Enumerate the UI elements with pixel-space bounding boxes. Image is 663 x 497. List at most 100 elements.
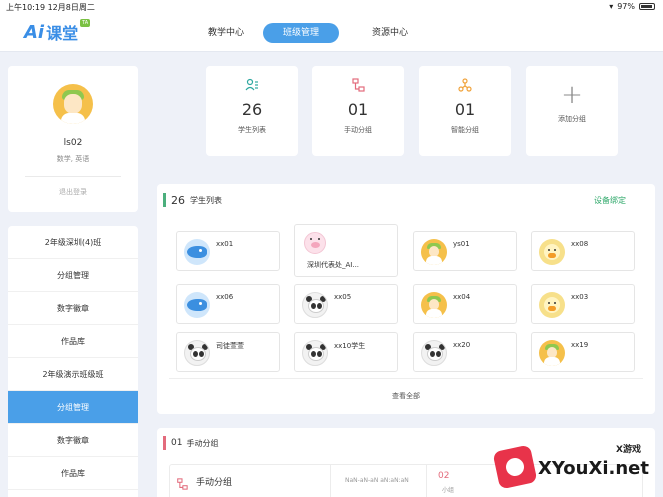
panda-avatar-icon (302, 340, 328, 366)
panel-header: 26 学生列表 (163, 193, 222, 207)
student-card[interactable]: xx03 (531, 284, 635, 324)
student-card[interactable]: xx06 (176, 284, 280, 324)
fish-avatar-icon (184, 239, 210, 265)
student-card[interactable]: xx08 (531, 231, 635, 271)
logo-ai: Ai (24, 21, 45, 43)
group-number: 02 (438, 471, 450, 481)
username: ls02 (63, 138, 83, 148)
battery-icon (639, 3, 655, 10)
stat-card-smart-group[interactable]: 01 智能分组 (419, 66, 511, 156)
tab-teaching-center[interactable]: 教学中心 (188, 23, 264, 43)
fish-avatar-icon (184, 292, 210, 318)
group-timestamp: NaN-aN-aN aN:aN:aN (345, 477, 409, 484)
wifi-icon: ▾ (609, 2, 614, 11)
stat-value: 26 (241, 100, 263, 119)
tab-resource-center[interactable]: 资源中心 (352, 23, 428, 43)
student-name: xx08 (571, 240, 589, 248)
user-subjects: 数学, 英语 (56, 155, 90, 163)
class-item-group-management-active[interactable]: 分组管理 (8, 391, 138, 424)
stat-card-student-list[interactable]: 26 学生列表 (206, 66, 298, 156)
panda-avatar-icon (184, 340, 210, 366)
student-name: xx03 (571, 293, 589, 301)
watermark-logo-icon (492, 444, 538, 490)
status-bar: 上午10:19 12月8日周二 ▾ 97% (0, 0, 663, 14)
student-card[interactable]: xx20 (413, 332, 517, 372)
stat-label: 智能分组 (451, 126, 479, 134)
girl-avatar-icon (421, 292, 447, 318)
stat-card-manual-group[interactable]: 01 手动分组 (312, 66, 404, 156)
status-time: 上午10:19 12月8日周二 (6, 3, 95, 12)
student-name: xx19 (571, 341, 589, 349)
watermark-big: XYouXi.net (538, 458, 649, 479)
stat-label: 学生列表 (238, 126, 266, 134)
group-count: 01 (171, 438, 183, 448)
student-card[interactable]: xx19 (531, 332, 635, 372)
girl-avatar-icon (421, 239, 447, 265)
logo-tag: TA (80, 19, 91, 27)
student-name: xx20 (453, 341, 471, 349)
class-item-group-management[interactable]: 分组管理 (8, 259, 138, 292)
status-right: ▾ 97% (609, 2, 655, 11)
student-card[interactable]: 深圳代表处_AI... (294, 224, 398, 277)
logout-button[interactable]: 退出登录 (8, 187, 138, 197)
panel-title: 学生列表 (190, 195, 222, 205)
watermark: X游戏 XYouXi.net (492, 440, 663, 497)
panda-avatar-icon (302, 292, 328, 318)
tab-class-management[interactable]: 班级管理 (263, 23, 339, 43)
app-header: Ai 课堂 TA 教学中心 班级管理 资源中心 (0, 14, 663, 52)
student-list-icon (206, 78, 298, 92)
group-name: 手动分组 (196, 478, 233, 488)
student-card[interactable]: 司徒萱萱 (176, 332, 280, 372)
profile-card: ls02 数学, 英语 退出登录 (8, 66, 138, 212)
girl-avatar-icon (539, 340, 565, 366)
student-name: xx10学生 (334, 342, 366, 350)
stat-value: 01 (454, 100, 476, 119)
student-count: 26 (171, 193, 185, 207)
student-card[interactable]: xx01 (176, 231, 280, 271)
student-name: 司徒萱萱 (216, 342, 244, 350)
panel-title: 手动分组 (186, 438, 219, 448)
divider (426, 465, 427, 497)
pig-avatar-icon (304, 232, 326, 254)
battery-percent: 97% (617, 2, 635, 11)
panel-header: 01 手动分组 (163, 436, 218, 450)
class-item-shenzhen-4[interactable]: 2年级深圳(4)班 (8, 226, 138, 259)
student-name: xx04 (453, 293, 471, 301)
divider (25, 176, 121, 177)
smart-group-icon (419, 78, 511, 92)
user-avatar (53, 84, 93, 124)
device-bind-button[interactable]: 设备绑定 (594, 195, 626, 206)
student-name: xx01 (216, 240, 234, 248)
app-logo: Ai 课堂 TA (24, 19, 91, 44)
student-name: 深圳代表处_AI... (307, 261, 360, 269)
stat-label: 手动分组 (344, 126, 372, 134)
class-list: 2年级深圳(4)班 分组管理 数字徽章 作品库 2年级演示班级班 分组管理 数字… (8, 226, 138, 497)
manual-group-icon (312, 78, 404, 92)
group-unit: 小组 (442, 487, 455, 494)
student-list-panel: 26 学生列表 设备绑定 xx01 深圳代表处_AI... ys01 xx08 … (157, 184, 655, 414)
student-name: xx05 (334, 293, 352, 301)
plus-icon: + (561, 80, 583, 110)
add-group-label: 添加分组 (558, 115, 586, 123)
stat-value: 01 (347, 100, 369, 119)
student-card[interactable]: xx04 (413, 284, 517, 324)
student-card[interactable]: ys01 (413, 231, 517, 271)
student-card[interactable]: xx10学生 (294, 332, 398, 372)
class-item-works-2[interactable]: 作品库 (8, 457, 138, 490)
manual-group-icon (176, 475, 188, 494)
logo-text: 课堂 (46, 24, 79, 43)
panda-avatar-icon (421, 340, 447, 366)
class-item-digital-badge-2[interactable]: 数字徽章 (8, 424, 138, 457)
add-group-card[interactable]: + 添加分组 (526, 66, 618, 156)
divider (169, 378, 643, 379)
class-item-digital-badge[interactable]: 数字徽章 (8, 292, 138, 325)
duck-avatar-icon (539, 239, 565, 265)
student-name: xx06 (216, 293, 234, 301)
student-card[interactable]: xx05 (294, 284, 398, 324)
view-all-button[interactable]: 查看全部 (157, 391, 655, 401)
class-item-demo-class[interactable]: 2年级演示班级班 (8, 358, 138, 391)
student-name: ys01 (453, 240, 470, 248)
class-item-works[interactable]: 作品库 (8, 325, 138, 358)
duck-avatar-icon (539, 292, 565, 318)
divider (330, 465, 331, 497)
